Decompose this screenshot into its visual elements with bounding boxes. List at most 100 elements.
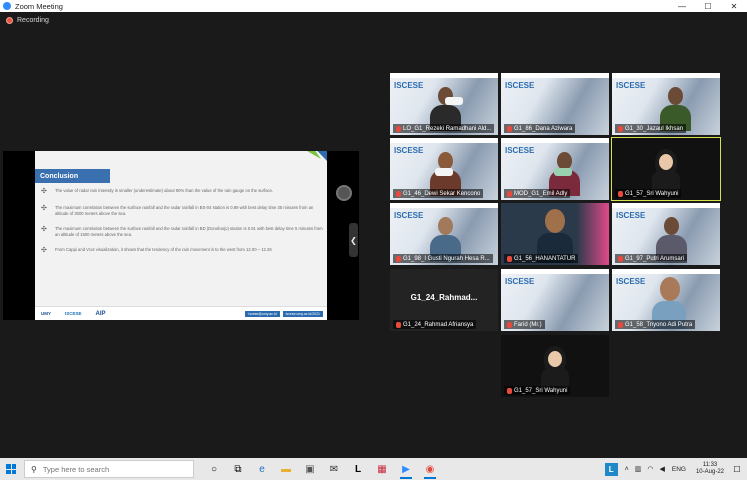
participant-name: G1_58_Triyono Adi Putra — [615, 320, 696, 329]
close-button[interactable]: ✕ — [721, 0, 747, 12]
umy-logo: UMY — [41, 311, 51, 316]
participant-tile[interactable]: G1_24_Rahmad... G1_24_Rahmad Afriansya — [390, 269, 498, 331]
title-bar: Zoom Meeting — ☐ ✕ — [0, 0, 747, 12]
edge-icon[interactable]: e — [250, 458, 274, 480]
footer-links: iscese@umy.ac.id iscese.umy.ac.id/2021 — [242, 311, 323, 317]
footer-email: iscese@umy.ac.id — [245, 311, 280, 317]
participant-tile[interactable]: ISCESE G1_86_Dana Aziwara — [501, 73, 609, 135]
chrome-icon[interactable]: ◉ — [418, 458, 442, 480]
mic-muted-icon — [507, 126, 512, 132]
participant-name: G1_56_HANANTATUR — [504, 254, 579, 263]
mic-muted-icon — [507, 388, 512, 394]
conference-banner: ISCESE — [505, 277, 535, 286]
collapse-gallery-button[interactable]: ❮ — [349, 223, 358, 257]
record-icon — [6, 17, 13, 24]
participant-tile[interactable]: ISCESE LO_G1_Rezeki Ramadhani Ald... — [390, 73, 498, 135]
window-title: Zoom Meeting — [15, 1, 63, 11]
footer-website: iscese.umy.ac.id/2021 — [282, 311, 323, 317]
iscese-logo: ISCESE — [65, 311, 82, 316]
participant-photo — [541, 345, 569, 389]
participant-tile[interactable]: G1_56_HANANTATUR — [501, 203, 609, 265]
participant-tile[interactable]: ISCESE G1_46_Dewi Sekar Kencono — [390, 138, 498, 200]
clock-time: 11:33 — [702, 462, 718, 468]
conference-banner: ISCESE — [394, 211, 424, 220]
participant-tile[interactable]: ISCESE G1_30_Jazaul Ikhsan — [612, 73, 720, 135]
recording-indicator[interactable]: Recording — [6, 17, 49, 24]
taskbar-clock[interactable]: 11:33 10-Aug-22 — [696, 462, 724, 476]
slide-heading: Conclusion — [35, 169, 110, 183]
bullet-text: The maximum correlation between the surf… — [55, 205, 314, 216]
slide-bullet: ✣ The maximum correlation between the su… — [41, 226, 323, 238]
wifi-icon[interactable]: ◠ — [647, 465, 653, 473]
participant-tile[interactable]: ISCESE G1_58_Triyono Adi Putra — [612, 269, 720, 331]
mic-muted-icon — [507, 322, 512, 328]
conference-banner: ISCESE — [616, 81, 646, 90]
mic-muted-icon — [618, 126, 623, 132]
participant-video — [656, 217, 687, 261]
share-control-button[interactable] — [336, 185, 352, 201]
notification-icon[interactable]: ☐ — [730, 462, 744, 476]
chevron-up-icon[interactable]: ˄ — [625, 466, 629, 473]
conference-banner: ISCESE — [616, 211, 646, 220]
taskbar-search[interactable]: ⚲ — [24, 460, 194, 478]
search-icon: ⚲ — [31, 464, 37, 474]
conference-banner: ISCESE — [505, 81, 535, 90]
participant-name: G1_57_Sri Wahyuni — [504, 386, 571, 395]
participant-tile[interactable]: ISCESE Farid (Mr.) — [501, 269, 609, 331]
file-explorer-icon[interactable]: ▬ — [274, 458, 298, 480]
mic-muted-icon — [507, 256, 512, 262]
app-l-icon[interactable]: L — [346, 458, 370, 480]
store-icon[interactable]: ▣ — [298, 458, 322, 480]
task-view-icon[interactable]: ⧉ — [226, 458, 250, 480]
zoom-logo-icon — [3, 2, 11, 10]
participant-name: G1_98_I Gusti Ngurah Hesa R... — [393, 254, 493, 263]
bullet-text: The maximum correlation between the surf… — [55, 226, 323, 237]
participant-tile[interactable]: ISCESE MOD_G1_Emil Adly — [501, 138, 609, 200]
cortana-icon[interactable]: ○ — [202, 458, 226, 480]
participant-video — [430, 87, 461, 131]
system-tray: L ˄ ▥ ◠ ◀ ENG 11:33 10-Aug-22 ☐ — [604, 458, 747, 480]
participant-tile-active-speaker[interactable]: G1_57_Sri Wahyuni — [611, 137, 721, 201]
participant-tile[interactable]: ISCESE G1_97_Putri Arumsari — [612, 203, 720, 265]
start-button[interactable] — [0, 458, 22, 480]
slide-bullets: ✣ The value of radar rain intensity is s… — [41, 188, 323, 264]
minimize-button[interactable]: — — [669, 0, 695, 12]
clock-date: 10-Aug-22 — [695, 469, 724, 475]
tray-app-icon[interactable]: L — [604, 462, 618, 476]
participant-name-placeholder: G1_24_Rahmad... — [410, 293, 478, 302]
aip-logo: AIP — [95, 310, 106, 317]
bullet-icon: ✣ — [41, 226, 47, 233]
participant-name: G1_97_Putri Arumsari — [615, 254, 688, 263]
search-input[interactable] — [42, 464, 183, 474]
participant-name: G1_30_Jazaul Ikhsan — [615, 124, 687, 133]
zoom-window: Zoom Meeting — ☐ ✕ Recording Conclusion … — [0, 0, 747, 480]
zoom-icon[interactable]: ▶ — [394, 458, 418, 480]
mic-muted-icon — [507, 191, 512, 197]
participant-tile[interactable]: G1_57_Sri Wahyuni — [501, 335, 609, 397]
presentation-slide: Conclusion ✣ The value of radar rain int… — [35, 151, 327, 320]
window-controls: — ☐ ✕ — [669, 0, 747, 12]
network-icon[interactable]: ▥ — [635, 465, 642, 473]
bullet-text: The value of radar rain intensity is sma… — [55, 188, 274, 193]
recording-label: Recording — [17, 17, 49, 24]
mail-icon[interactable]: ✉ — [322, 458, 346, 480]
slide-bullet: ✣ The value of radar rain intensity is s… — [41, 188, 323, 196]
mic-muted-icon — [618, 322, 623, 328]
participant-video — [430, 217, 461, 261]
participant-photo — [652, 148, 680, 192]
maximize-button[interactable]: ☐ — [695, 0, 721, 12]
taskbar-apps: ○ ⧉ e ▬ ▣ ✉ L ▦ ▶ ◉ — [202, 458, 442, 480]
participant-name: G1_24_Rahmad Afriansya — [393, 320, 477, 329]
conference-banner: ISCESE — [394, 146, 424, 155]
app-red-icon[interactable]: ▦ — [370, 458, 394, 480]
mic-muted-icon — [618, 256, 623, 262]
participant-tile[interactable]: ISCESE G1_98_I Gusti Ngurah Hesa R... — [390, 203, 498, 265]
windows-taskbar: ⚲ ○ ⧉ e ▬ ▣ ✉ L ▦ ▶ ◉ L ˄ ▥ ◠ ◀ ENG 11:3… — [0, 458, 747, 480]
shared-screen[interactable]: Conclusion ✣ The value of radar rain int… — [3, 151, 359, 320]
participant-name: G1_86_Dana Aziwara — [504, 124, 576, 133]
volume-icon[interactable]: ◀ — [659, 465, 664, 473]
bullet-text: From Cappi and Vcut visualization, it sh… — [55, 247, 272, 252]
language-indicator[interactable]: ENG — [672, 466, 686, 473]
mic-muted-icon — [396, 126, 401, 132]
conference-banner: ISCESE — [616, 277, 646, 286]
